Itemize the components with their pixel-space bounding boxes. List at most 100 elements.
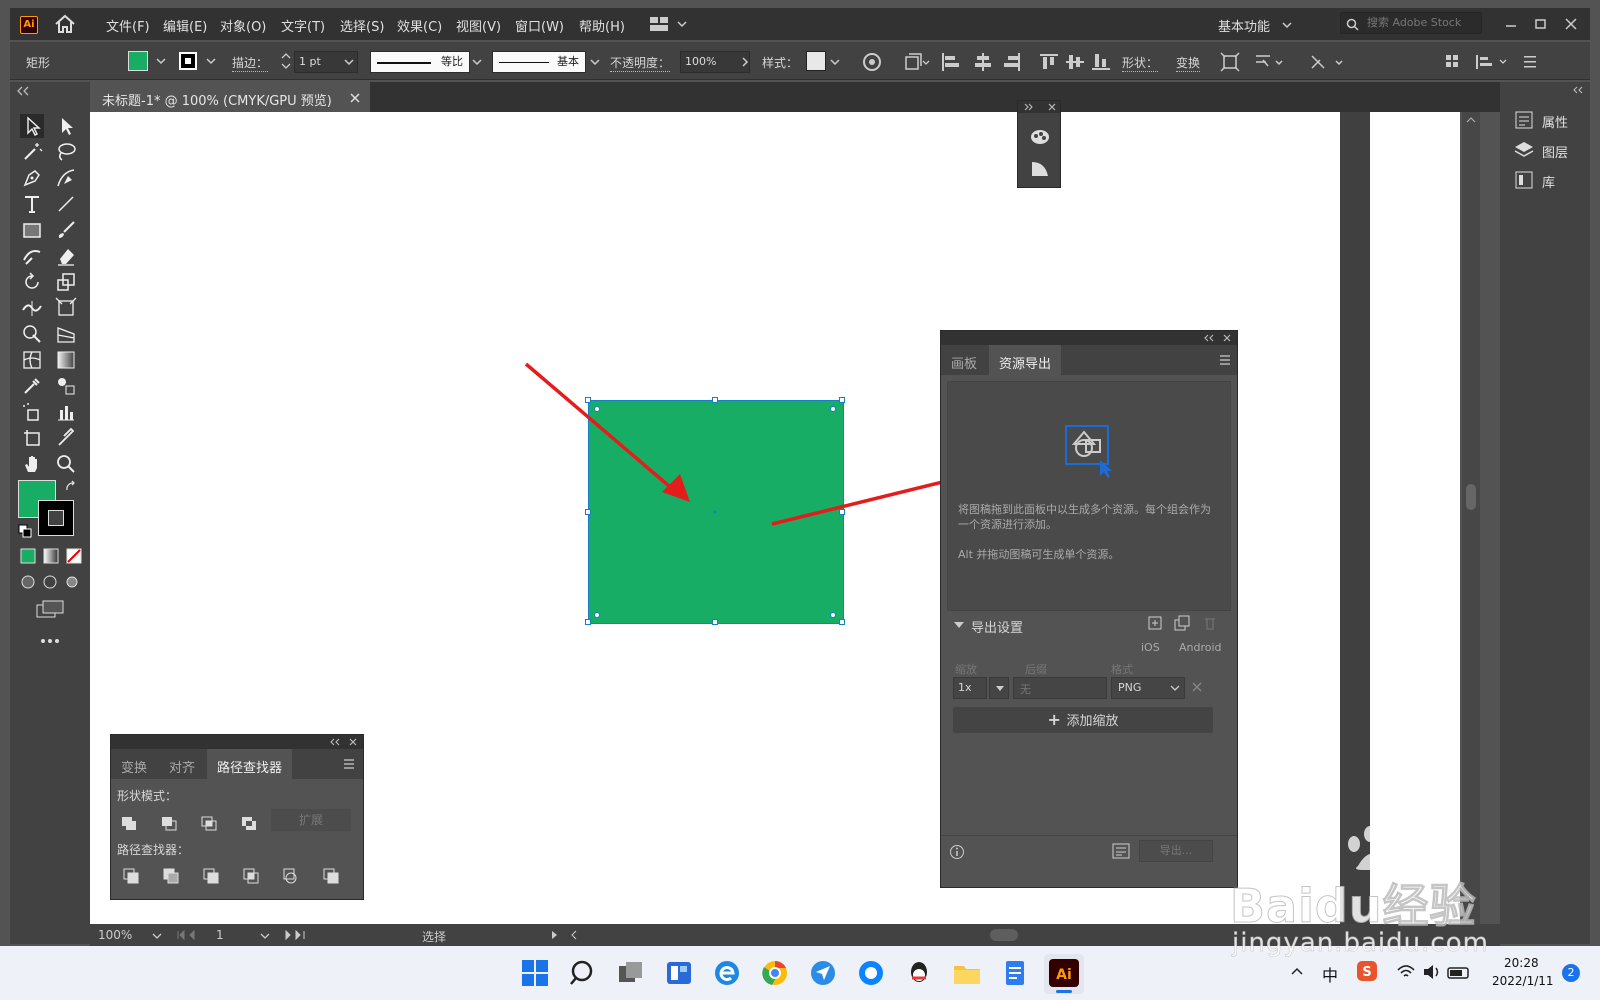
curvature-tool[interactable] — [54, 166, 78, 190]
rectangle-tool[interactable] — [20, 218, 44, 242]
eyedropper-tool[interactable] — [20, 374, 44, 398]
android-preset[interactable]: Android — [1179, 641, 1222, 654]
collapse-icon[interactable] — [329, 738, 341, 746]
align-buttons-icon[interactable] — [940, 52, 1120, 72]
chevron-down-icon[interactable] — [152, 932, 162, 940]
screen-mode-icon[interactable] — [36, 600, 64, 618]
zoom-level[interactable]: 100% — [98, 928, 132, 942]
export-settings-icon[interactable] — [1111, 842, 1131, 860]
graphic-style-swatch[interactable] — [806, 51, 826, 71]
widgets-icon[interactable] — [664, 958, 694, 988]
resize-handle[interactable] — [839, 509, 845, 515]
resize-handle[interactable] — [712, 397, 718, 403]
menu-type[interactable]: 文字(T) — [281, 16, 325, 35]
width-tool[interactable] — [20, 296, 44, 320]
tab-artboards[interactable]: 画板 — [941, 345, 987, 375]
drawing-mode-icons[interactable] — [20, 574, 86, 590]
paintbrush-tool[interactable] — [54, 218, 78, 242]
type-tool[interactable] — [20, 192, 44, 216]
resize-handle[interactable] — [585, 509, 591, 515]
resize-handle[interactable] — [839, 397, 845, 403]
edge-browser-icon[interactable] — [712, 958, 742, 988]
home-icon[interactable] — [54, 14, 76, 34]
chevron-right-icon[interactable] — [740, 57, 750, 67]
close-icon[interactable] — [1223, 334, 1231, 342]
color-mode-icons[interactable] — [20, 548, 86, 564]
stroke-color-box[interactable] — [38, 500, 74, 536]
libraries-panel-button[interactable]: 库 — [1514, 168, 1584, 194]
disclosure-triangle-icon[interactable] — [953, 621, 965, 629]
next-last-artboard-icon[interactable] — [282, 930, 310, 940]
menu-window[interactable]: 窗口(W) — [515, 16, 564, 35]
collapse-icon[interactable] — [1572, 86, 1584, 94]
stroke-swatch[interactable] — [178, 51, 198, 71]
format-select[interactable]: PNG — [1111, 677, 1185, 699]
menu-view[interactable]: 视图(V) — [456, 16, 501, 35]
shape-builder-tool[interactable] — [20, 322, 44, 346]
appearance-icon[interactable] — [1029, 159, 1051, 179]
expand-icon[interactable] — [1024, 103, 1034, 111]
chevron-down-icon[interactable] — [472, 58, 482, 68]
symbol-sprayer-tool[interactable] — [20, 400, 44, 424]
shaper-tool[interactable] — [20, 244, 44, 268]
scroll-thumb[interactable] — [1466, 484, 1476, 510]
variable-width-profile[interactable]: 等比 — [370, 51, 470, 73]
mesh-tool[interactable] — [20, 348, 44, 372]
eraser-tool[interactable] — [54, 244, 78, 268]
first-prev-artboard-icon[interactable] — [176, 930, 204, 940]
file-explorer-icon[interactable] — [952, 958, 982, 988]
transform-label[interactable]: 变换 — [1176, 54, 1201, 72]
perspective-grid-tool[interactable] — [54, 322, 78, 346]
swap-colors-icon[interactable] — [64, 480, 78, 494]
resize-handle[interactable] — [585, 397, 591, 403]
tab-asset-export[interactable]: 资源导出 — [989, 345, 1062, 375]
panel-menu-icon[interactable] — [343, 759, 355, 769]
stock-search-input[interactable]: 搜索 Adobe Stock — [1340, 12, 1482, 34]
document-tab[interactable]: 未标题-1* @ 100% (CMYK/GPU 预览) — [90, 82, 370, 112]
direct-selection-tool[interactable] — [54, 114, 78, 138]
chevron-down-icon[interactable] — [590, 58, 600, 68]
info-icon[interactable] — [949, 844, 965, 860]
arrange-icon[interactable] — [904, 52, 932, 72]
brush-definition[interactable]: 基本 — [492, 51, 586, 73]
arrange-documents-icon[interactable] — [650, 16, 690, 32]
ios-preset[interactable]: iOS — [1141, 641, 1160, 654]
chrome-icon[interactable] — [760, 958, 790, 988]
remove-scale-icon[interactable] — [1191, 681, 1203, 693]
chevron-down-icon[interactable] — [206, 57, 216, 67]
status-menu-icon[interactable] — [550, 930, 580, 940]
close-icon[interactable] — [349, 738, 357, 746]
cloud-app-icon[interactable] — [856, 958, 886, 988]
vertical-scrollbar[interactable] — [1462, 112, 1480, 924]
scale-dropdown[interactable] — [989, 677, 1009, 699]
close-icon[interactable] — [1048, 103, 1056, 111]
chevron-up-icon[interactable] — [1466, 116, 1476, 124]
resize-handle[interactable] — [839, 619, 845, 625]
recolor-artwork-icon[interactable] — [862, 52, 882, 72]
zoom-tool[interactable] — [54, 452, 78, 476]
slice-tool[interactable] — [54, 426, 78, 450]
default-colors-icon[interactable] — [18, 524, 32, 538]
layers-panel-button[interactable]: 图层 — [1514, 138, 1584, 164]
corner-widgets[interactable] — [593, 405, 839, 619]
selected-rectangle[interactable] — [585, 397, 845, 625]
scale-tool[interactable] — [54, 270, 78, 294]
suffix-input[interactable]: 无 — [1013, 677, 1107, 699]
resize-handle[interactable] — [585, 619, 591, 625]
menu-effect[interactable]: 效果(C) — [397, 16, 442, 35]
menu-object[interactable]: 对象(O) — [220, 16, 266, 35]
menu-file[interactable]: 文件(F) — [106, 16, 150, 35]
notepad-icon[interactable] — [1000, 958, 1030, 988]
chevron-down-icon[interactable] — [260, 932, 270, 940]
clock-date[interactable]: 2022/1/11 — [1492, 974, 1554, 988]
export-button[interactable]: 导出... — [1139, 840, 1213, 862]
stroke-stepper-icon[interactable] — [280, 51, 292, 71]
chevron-down-icon[interactable] — [830, 58, 840, 68]
isolate-and-warp-icons[interactable] — [1220, 52, 1360, 72]
line-segment-tool[interactable] — [54, 192, 78, 216]
blend-tool[interactable] — [54, 374, 78, 398]
scale-input[interactable]: 1x — [953, 677, 987, 699]
opacity-label[interactable]: 不透明度： — [610, 54, 671, 72]
tab-transform[interactable]: 变换 — [111, 749, 157, 779]
pathfinder-buttons[interactable] — [123, 867, 353, 885]
